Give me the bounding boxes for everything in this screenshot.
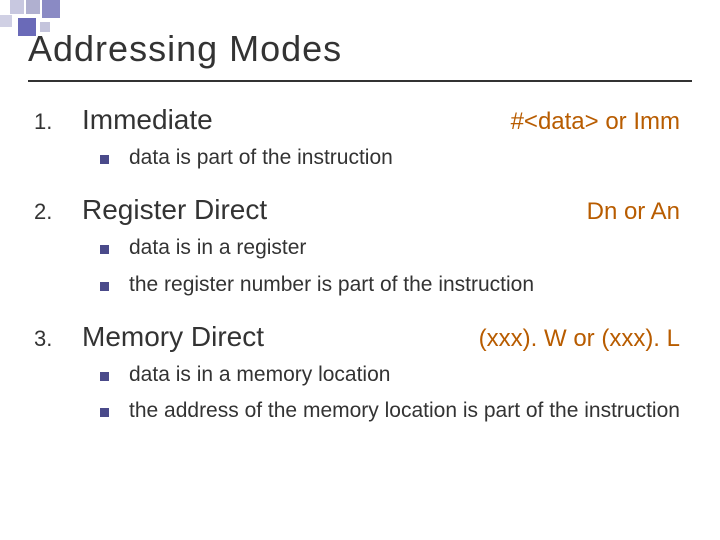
sub-text: the register number is part of the instr… bbox=[129, 271, 534, 299]
sub-text: the address of the memory location is pa… bbox=[129, 397, 680, 425]
sub-item: data is part of the instruction bbox=[28, 144, 692, 172]
square-bullet-icon bbox=[100, 408, 109, 417]
square-bullet-icon bbox=[100, 245, 109, 254]
slide-title: Addressing Modes bbox=[28, 28, 692, 82]
item-heading: Immediate bbox=[82, 104, 511, 136]
sub-item: data is in a register bbox=[28, 234, 692, 262]
sub-text: data is in a register bbox=[129, 234, 306, 262]
sub-item: the address of the memory location is pa… bbox=[28, 397, 692, 425]
item-heading: Register Direct bbox=[82, 194, 587, 226]
item-number: 1. bbox=[28, 109, 82, 135]
square-bullet-icon bbox=[100, 372, 109, 381]
square-bullet-icon bbox=[100, 282, 109, 291]
item-number: 2. bbox=[28, 199, 82, 225]
item-syntax: (xxx). W or (xxx). L bbox=[479, 325, 680, 353]
sub-item: data is in a memory location bbox=[28, 361, 692, 389]
sub-text: data is in a memory location bbox=[129, 361, 390, 389]
corner-decoration bbox=[0, 0, 120, 40]
item-number: 3. bbox=[28, 326, 82, 352]
list-item: 3. Memory Direct (xxx). W or (xxx). L da… bbox=[28, 321, 692, 426]
square-bullet-icon bbox=[100, 155, 109, 164]
list-item: 2. Register Direct Dn or An data is in a… bbox=[28, 194, 692, 299]
item-syntax: Dn or An bbox=[587, 198, 680, 226]
list-item: 1. Immediate #<data> or Imm data is part… bbox=[28, 104, 692, 172]
slide-content: Addressing Modes 1. Immediate #<data> or… bbox=[0, 0, 720, 426]
item-heading: Memory Direct bbox=[82, 321, 479, 353]
sub-item: the register number is part of the instr… bbox=[28, 271, 692, 299]
sub-text: data is part of the instruction bbox=[129, 144, 393, 172]
item-syntax: #<data> or Imm bbox=[511, 108, 680, 136]
